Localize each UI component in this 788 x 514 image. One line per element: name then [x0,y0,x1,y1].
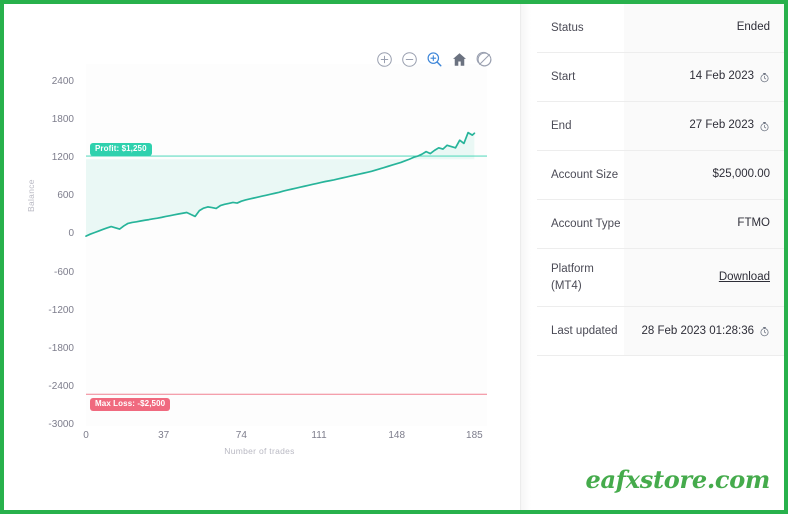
site-watermark: eafxstore.com [585,465,771,494]
y-tick-label: -1800 [48,342,74,354]
info-row: End 27 Feb 2023 [537,102,784,151]
info-value-text: 27 Feb 2023 [689,119,754,132]
zoom-out-icon[interactable] [401,51,418,68]
balance-line-chart [85,64,487,426]
home-icon[interactable] [451,51,468,68]
y-axis-title: Balance [26,179,36,212]
info-row-key: Last updated [537,307,624,356]
info-row-value: 27 Feb 2023 [624,102,784,150]
selection-zoom-icon[interactable] [426,51,443,68]
info-row-value: FTMO [624,200,784,248]
info-value-text: 28 Feb 2023 01:28:36 [641,324,754,337]
clock-icon [759,72,770,83]
profit-target-label: Profit: $1,250 [90,143,152,157]
info-row-key: End [537,102,624,150]
balance-chart-panel: 2400 1800 1200 600 0 -600 -1200 -1800 -2400 -3000… [4,4,515,510]
chart-toolbar [376,51,493,68]
info-row-key: Account Type [537,200,624,248]
info-value-text: 14 Feb 2023 [689,70,754,83]
x-tick-label: 37 [158,430,170,441]
x-tick-label: 185 [466,430,483,441]
info-value-text: Ended [736,21,770,34]
info-row-value: $25,000.00 [624,151,784,199]
info-row: Platform (MT4) Download [537,249,784,308]
info-row: Status Ended [537,4,784,53]
y-axis-ticks: 2400 1800 1200 600 0 -600 -1200 -1800 -2400 -3000 [12,4,74,510]
download-link[interactable]: Download [719,269,770,286]
panel-divider [515,4,537,510]
screenshot-root: 2400 1800 1200 600 0 -600 -1200 -1800 -2400 -3000… [0,0,788,514]
x-tick-label: 148 [388,430,406,441]
info-row-key: Start [537,53,624,101]
info-row-value: 14 Feb 2023 [624,53,784,101]
info-row-key: Status [537,4,624,52]
zoom-in-icon[interactable] [376,51,393,68]
info-value-text: FTMO [737,217,770,230]
info-row-key: Platform (MT4) [537,249,624,307]
account-info-panel: Status Ended Start 14 Feb 2023 End 27 Feb 202… [537,4,784,510]
y-tick-label: 1800 [51,114,74,126]
y-tick-label: -2400 [48,380,74,392]
info-value-text: $25,000.00 [712,168,770,181]
menu-off-icon[interactable] [476,51,493,68]
x-axis-title: Number of trades [224,446,295,456]
y-tick-label: -3000 [48,419,74,430]
info-row-value: 28 Feb 2023 01:28:36 [624,307,784,356]
info-row: Start 14 Feb 2023 [537,53,784,102]
info-row: Account Type FTMO [537,200,784,249]
info-row: Last updated 28 Feb 2023 01:28:36 [537,307,784,357]
info-row-value[interactable]: Download [624,249,784,307]
y-tick-label: 2400 [51,76,74,88]
plot-area[interactable]: 2400 1800 1200 600 0 -600 -1200 -1800 -2400 -3000… [4,4,515,510]
x-tick-label: 111 [311,430,327,441]
y-tick-label: -600 [53,266,74,278]
y-tick-label: 1200 [51,152,74,164]
info-row-value: Ended [624,4,784,52]
info-row-key: Account Size [537,151,624,199]
x-tick-label: 74 [235,430,247,441]
max-loss-label: Max Loss: -$2,500 [90,398,171,412]
y-tick-label: -1200 [48,304,74,316]
y-tick-label: 600 [57,190,74,202]
info-row: Account Size $25,000.00 [537,151,784,200]
account-info-table: Status Ended Start 14 Feb 2023 End 27 Feb 202… [537,4,784,357]
clock-icon [759,326,770,337]
clock-icon [759,121,770,132]
x-tick-label: 0 [83,430,89,441]
y-tick-label: 0 [68,228,74,240]
